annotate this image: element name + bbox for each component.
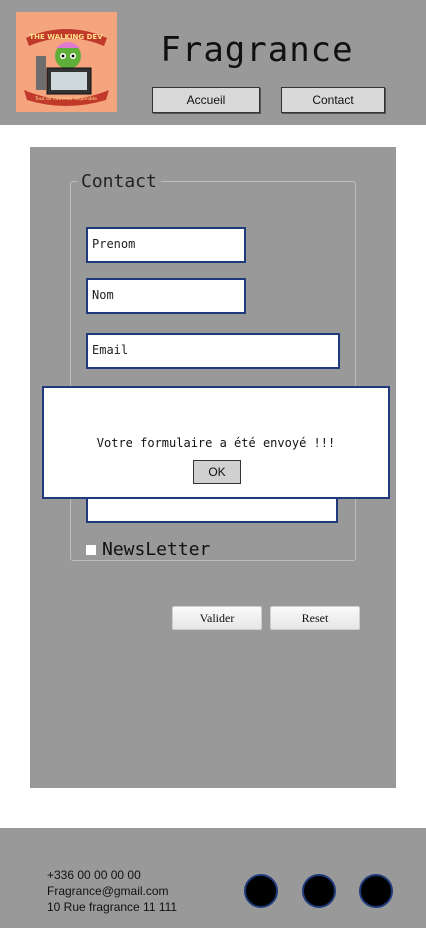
nom-input[interactable]: Nom <box>86 278 246 314</box>
confirmation-dialog: Votre formulaire a été envoyé !!! OK <box>42 386 390 499</box>
logo-title: THE WALKING DEV <box>29 33 103 41</box>
nav-accueil-button[interactable]: Accueil <box>152 87 260 113</box>
ok-button[interactable]: OK <box>193 460 241 484</box>
social-icon-3[interactable] <box>359 874 393 908</box>
footer-address: 10 Rue fragrance 11 111 <box>47 900 178 914</box>
site-header: THE WALKING DEV Tout de nouveau disponib… <box>0 0 426 125</box>
social-icon-2[interactable] <box>302 874 336 908</box>
social-icon-1[interactable] <box>244 874 278 908</box>
email-input[interactable]: Email <box>86 333 340 369</box>
prenom-input[interactable]: Prenom <box>86 227 246 263</box>
logo-tagline: Tout de nouveau disponible <box>34 96 97 102</box>
site-footer: +336 00 00 00 00 Fragrance@gmail.com 10 … <box>0 828 426 928</box>
newsletter-checkbox[interactable] <box>86 544 96 555</box>
newsletter-label: NewsLetter <box>102 539 211 560</box>
contact-info: +336 00 00 00 00 Fragrance@gmail.com 10 … <box>47 867 177 915</box>
reset-button[interactable]: Reset <box>270 606 360 630</box>
nav-contact-button[interactable]: Contact <box>281 87 385 113</box>
footer-email: Fragrance@gmail.com <box>47 884 169 898</box>
submit-button[interactable]: Valider <box>172 606 262 630</box>
confirmation-message: Votre formulaire a été envoyé !!! <box>96 436 336 450</box>
contact-legend: Contact <box>81 171 157 192</box>
site-title: Fragrance <box>160 30 354 70</box>
footer-phone: +336 00 00 00 00 <box>47 868 141 882</box>
newsletter-option[interactable]: NewsLetter <box>86 539 210 560</box>
logo[interactable]: THE WALKING DEV Tout de nouveau disponib… <box>16 12 117 112</box>
